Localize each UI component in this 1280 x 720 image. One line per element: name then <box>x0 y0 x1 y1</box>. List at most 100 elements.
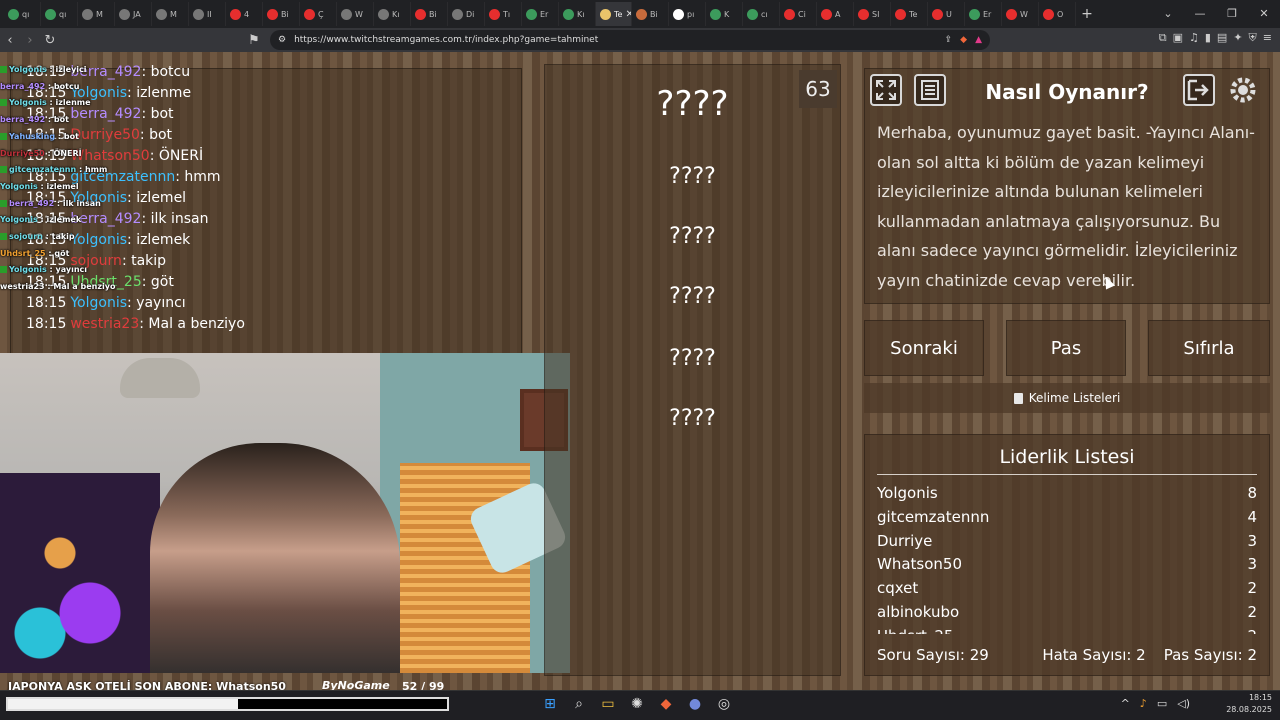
tab-label: W <box>355 9 363 19</box>
browser-tab[interactable]: Tı <box>485 2 522 26</box>
url-text[interactable]: https://www.twitchstreamgames.com.tr/ind… <box>294 35 937 45</box>
browser-tab[interactable]: Te <box>891 2 928 26</box>
taskbar-clock[interactable]: 18:15 28.08.2025 <box>1226 692 1272 716</box>
leaderboard-row: Durriye 3 <box>877 530 1257 554</box>
browser-tab[interactable]: Kı <box>374 2 411 26</box>
browser-tab[interactable]: W <box>1002 2 1039 26</box>
browser-tab[interactable]: Ci <box>780 2 817 26</box>
sidebar-icon[interactable]: ▮ <box>1205 31 1211 45</box>
next-button[interactable]: Sonraki <box>864 320 984 376</box>
chat-message: 18:15 westria23: Mal a benziyo <box>26 316 245 332</box>
pass-count: Pas Sayısı: 2 <box>1163 646 1257 664</box>
chat-badge-icon <box>0 166 7 174</box>
tab-favicon-icon <box>341 8 352 20</box>
browser-tab[interactable]: SI <box>854 2 891 26</box>
brave-icon[interactable]: ◆ <box>656 694 676 714</box>
reset-button[interactable]: Sıfırla <box>1148 320 1270 376</box>
how-to-play-text: Merhaba, oyunumuz gayet basit. -Yayıncı … <box>877 123 1255 290</box>
overlay-chat-username: Yolgonis <box>0 215 38 225</box>
chat-text: yayıncı <box>136 295 186 311</box>
share-icon[interactable]: ⇪ <box>945 35 953 45</box>
browser-tab[interactable]: pı <box>669 2 706 26</box>
chat-badge-icon <box>0 199 7 207</box>
vpn-icon[interactable]: ⛨ <box>1249 31 1257 45</box>
address-bar[interactable]: ⚙ https://www.twitchstreamgames.com.tr/i… <box>270 30 990 50</box>
discord-icon[interactable]: ● <box>685 694 705 714</box>
forbidden-word: ???? <box>669 406 716 431</box>
browser-tab[interactable]: W <box>337 2 374 26</box>
browser-tab[interactable]: U <box>928 2 965 26</box>
leaderboard-list[interactable]: Yolgonis 8 gitcemzatennn 4 Durriye 3 Whatson50… <box>877 482 1257 634</box>
close-window-button[interactable]: ✕ <box>1248 0 1280 28</box>
forward-icon[interactable]: › <box>20 33 40 48</box>
main-word: ???? <box>656 84 729 124</box>
leo-icon[interactable]: ✦ <box>1233 31 1242 45</box>
browser-tab[interactable]: Er <box>965 2 1002 26</box>
back-icon[interactable]: ‹ <box>0 33 20 48</box>
browser-tab[interactable]: qı <box>4 2 41 26</box>
settings-button[interactable] <box>1227 74 1259 106</box>
browser-tab[interactable]: M <box>78 2 115 26</box>
tab-label: M <box>96 9 103 19</box>
browser-tab[interactable]: JA <box>115 2 152 26</box>
chat-username[interactable]: westria23 <box>70 316 139 332</box>
minimize-button[interactable]: — <box>1184 0 1216 28</box>
taskbar-apps: ⊞ ⌕ ▭ ✺ ◆ ● ◎ <box>540 694 734 714</box>
tab-label: U <box>946 9 952 19</box>
new-tab-button[interactable]: + <box>1076 6 1098 22</box>
overlay-chat-text: botcu <box>53 81 80 91</box>
media-icon[interactable]: ♫ <box>1189 31 1199 45</box>
chatgpt-icon[interactable]: ✺ <box>627 694 647 714</box>
mic-icon[interactable]: ♪ <box>1140 697 1147 710</box>
browser-tab[interactable]: Bi <box>263 2 300 26</box>
brave-rewards-icon[interactable]: ▲ <box>975 35 982 45</box>
brave-shield-icon[interactable]: ◆ <box>960 35 967 45</box>
file-explorer-icon[interactable]: ▭ <box>598 694 618 714</box>
browser-tab[interactable]: O <box>1039 2 1076 26</box>
browser-tab[interactable]: Ç <box>300 2 337 26</box>
bookmark-icon[interactable]: ⚑ <box>244 33 264 48</box>
search-icon[interactable]: ⌕ <box>569 694 589 714</box>
tray-chevron-icon[interactable]: ^ <box>1121 697 1130 710</box>
screenshot-icon[interactable]: ▣ <box>1173 31 1183 45</box>
tab-favicon-icon <box>895 8 906 20</box>
menu-icon[interactable]: ≡ <box>1263 31 1272 45</box>
browser-tab[interactable]: Er <box>522 2 559 26</box>
browser-tab[interactable]: Bi <box>411 2 448 26</box>
chat-username[interactable]: Yolgonis <box>70 295 127 311</box>
word-lists-button[interactable]: Kelime Listeleri <box>864 383 1270 413</box>
tab-favicon-icon <box>489 8 500 20</box>
tab-label: M <box>170 9 177 19</box>
extensions-icon[interactable]: ⧉ <box>1159 31 1167 45</box>
overlay-chat: Yolgonis : izleyici berra_492 : botcu Yolg… <box>0 62 230 296</box>
exit-button[interactable] <box>1183 74 1215 106</box>
browser-tab[interactable]: cı <box>743 2 780 26</box>
overlay-chat-message: berra_492 : bot <box>0 115 69 125</box>
chat-time: 18:15 <box>26 295 67 311</box>
overlay-chat-message: Yolgonis : izlemek <box>0 215 82 225</box>
site-info-icon[interactable]: ⚙ <box>278 35 286 45</box>
wallet-icon[interactable]: ▤ <box>1217 31 1227 45</box>
browser-tab[interactable]: qı <box>41 2 78 26</box>
overlay-chat-message: Yolgonis : izleyici <box>0 62 230 79</box>
tab-label: Ç <box>318 9 324 19</box>
windows-start-icon[interactable]: ⊞ <box>540 694 560 714</box>
browser-tab[interactable]: K <box>706 2 743 26</box>
browser-tab[interactable]: Bi <box>632 2 669 26</box>
browser-tab[interactable]: M <box>152 2 189 26</box>
tab-search-icon[interactable]: ⌄ <box>1152 0 1184 28</box>
tab-label: Er <box>540 9 549 19</box>
obs-icon[interactable]: ◎ <box>714 694 734 714</box>
browser-tab[interactable]: Te✕ <box>596 2 632 26</box>
volume-icon[interactable]: ◁) <box>1177 697 1190 710</box>
browser-tab[interactable]: II <box>189 2 226 26</box>
reload-icon[interactable]: ↻ <box>40 33 60 48</box>
browser-tab[interactable]: Kı <box>559 2 596 26</box>
tab-favicon-icon <box>378 8 389 20</box>
browser-tab[interactable]: Di <box>448 2 485 26</box>
browser-tab[interactable]: 4 <box>226 2 263 26</box>
browser-tab[interactable]: A <box>817 2 854 26</box>
maximize-button[interactable]: ❐ <box>1216 0 1248 28</box>
network-icon[interactable]: ▭ <box>1157 697 1167 710</box>
pass-button[interactable]: Pas <box>1006 320 1126 376</box>
